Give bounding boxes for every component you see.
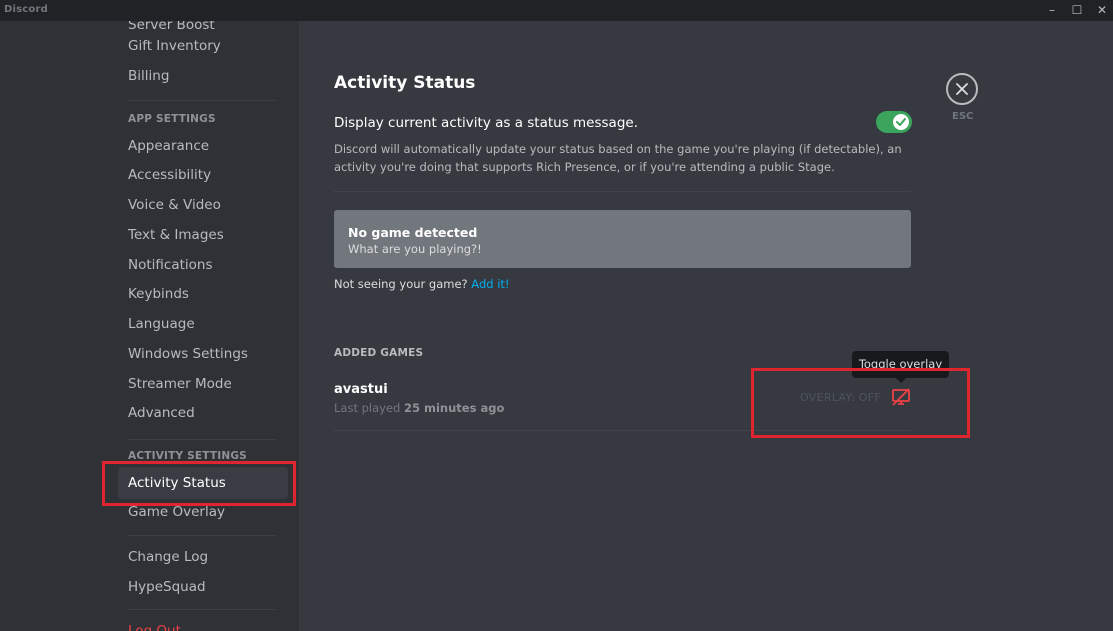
minimize-icon[interactable]: –	[1044, 2, 1060, 18]
sidebar-divider	[128, 439, 276, 440]
not-seeing-label: Not seeing your game?	[334, 277, 468, 291]
esc-label: ESC	[952, 111, 974, 122]
added-games-header: ADDED GAMES	[334, 347, 424, 359]
sidebar-item-change-log[interactable]: Change Log	[118, 541, 288, 573]
last-played-value: 25 minutes ago	[404, 401, 505, 415]
sidebar-divider	[128, 535, 276, 536]
sidebar-item-streamer-mode[interactable]: Streamer Mode	[118, 368, 288, 400]
check-icon	[896, 118, 906, 126]
sidebar-item-advanced[interactable]: Advanced	[118, 397, 288, 429]
sidebar-item-appearance[interactable]: Appearance	[118, 130, 288, 162]
sidebar-item-accessibility[interactable]: Accessibility	[118, 159, 288, 191]
highlight-box-activity-status	[102, 461, 296, 506]
sidebar-item-windows-settings[interactable]: Windows Settings	[118, 338, 288, 370]
sidebar-item-notifications[interactable]: Notifications	[118, 249, 288, 281]
sidebar-item-voice-video[interactable]: Voice & Video	[118, 189, 288, 221]
sidebar-item-hypesquad[interactable]: HypeSquad	[118, 571, 288, 603]
close-settings-button[interactable]	[946, 73, 978, 105]
display-activity-toggle[interactable]	[876, 111, 912, 133]
window-titlebar: Discord – ☐ ✕	[0, 0, 1113, 21]
settings-content: Activity Status Display current activity…	[299, 21, 1113, 631]
game-name: avastui	[334, 382, 388, 397]
add-game-link[interactable]: Add it!	[471, 277, 509, 291]
window-title: Discord	[4, 4, 48, 15]
not-seeing-game-text: Not seeing your game? Add it!	[334, 277, 510, 291]
highlight-box-overlay-toggle	[751, 368, 970, 438]
close-window-icon[interactable]: ✕	[1094, 2, 1110, 18]
close-icon	[956, 83, 968, 95]
maximize-icon[interactable]: ☐	[1069, 2, 1085, 18]
sidebar-item-keybinds[interactable]: Keybinds	[118, 278, 288, 310]
sidebar-item-language[interactable]: Language	[118, 308, 288, 340]
no-game-subtitle: What are you playing?!	[348, 242, 482, 256]
no-game-title: No game detected	[348, 225, 478, 240]
sidebar-item-log-out[interactable]: Log Out	[118, 615, 288, 631]
sidebar-item-billing[interactable]: Billing	[118, 60, 288, 92]
last-played-prefix: Last played	[334, 401, 401, 415]
display-activity-description: Discord will automatically update your s…	[334, 142, 902, 174]
sidebar-item-gift-inventory[interactable]: Gift Inventory	[118, 30, 288, 62]
sidebar-divider	[128, 100, 276, 101]
toggle-knob	[893, 114, 909, 130]
sidebar-divider	[128, 609, 276, 610]
page-title: Activity Status	[334, 73, 476, 93]
sidebar-item-text-images[interactable]: Text & Images	[118, 219, 288, 251]
last-played: Last played 25 minutes ago	[334, 401, 504, 415]
display-activity-label: Display current activity as a status mes…	[334, 115, 638, 131]
app-settings-header: APP SETTINGS	[128, 113, 216, 125]
settings-sidebar: Server Boost Gift Inventory Billing APP …	[0, 21, 299, 631]
no-game-detected-card: No game detected What are you playing?!	[334, 210, 911, 268]
section-divider	[334, 191, 911, 192]
